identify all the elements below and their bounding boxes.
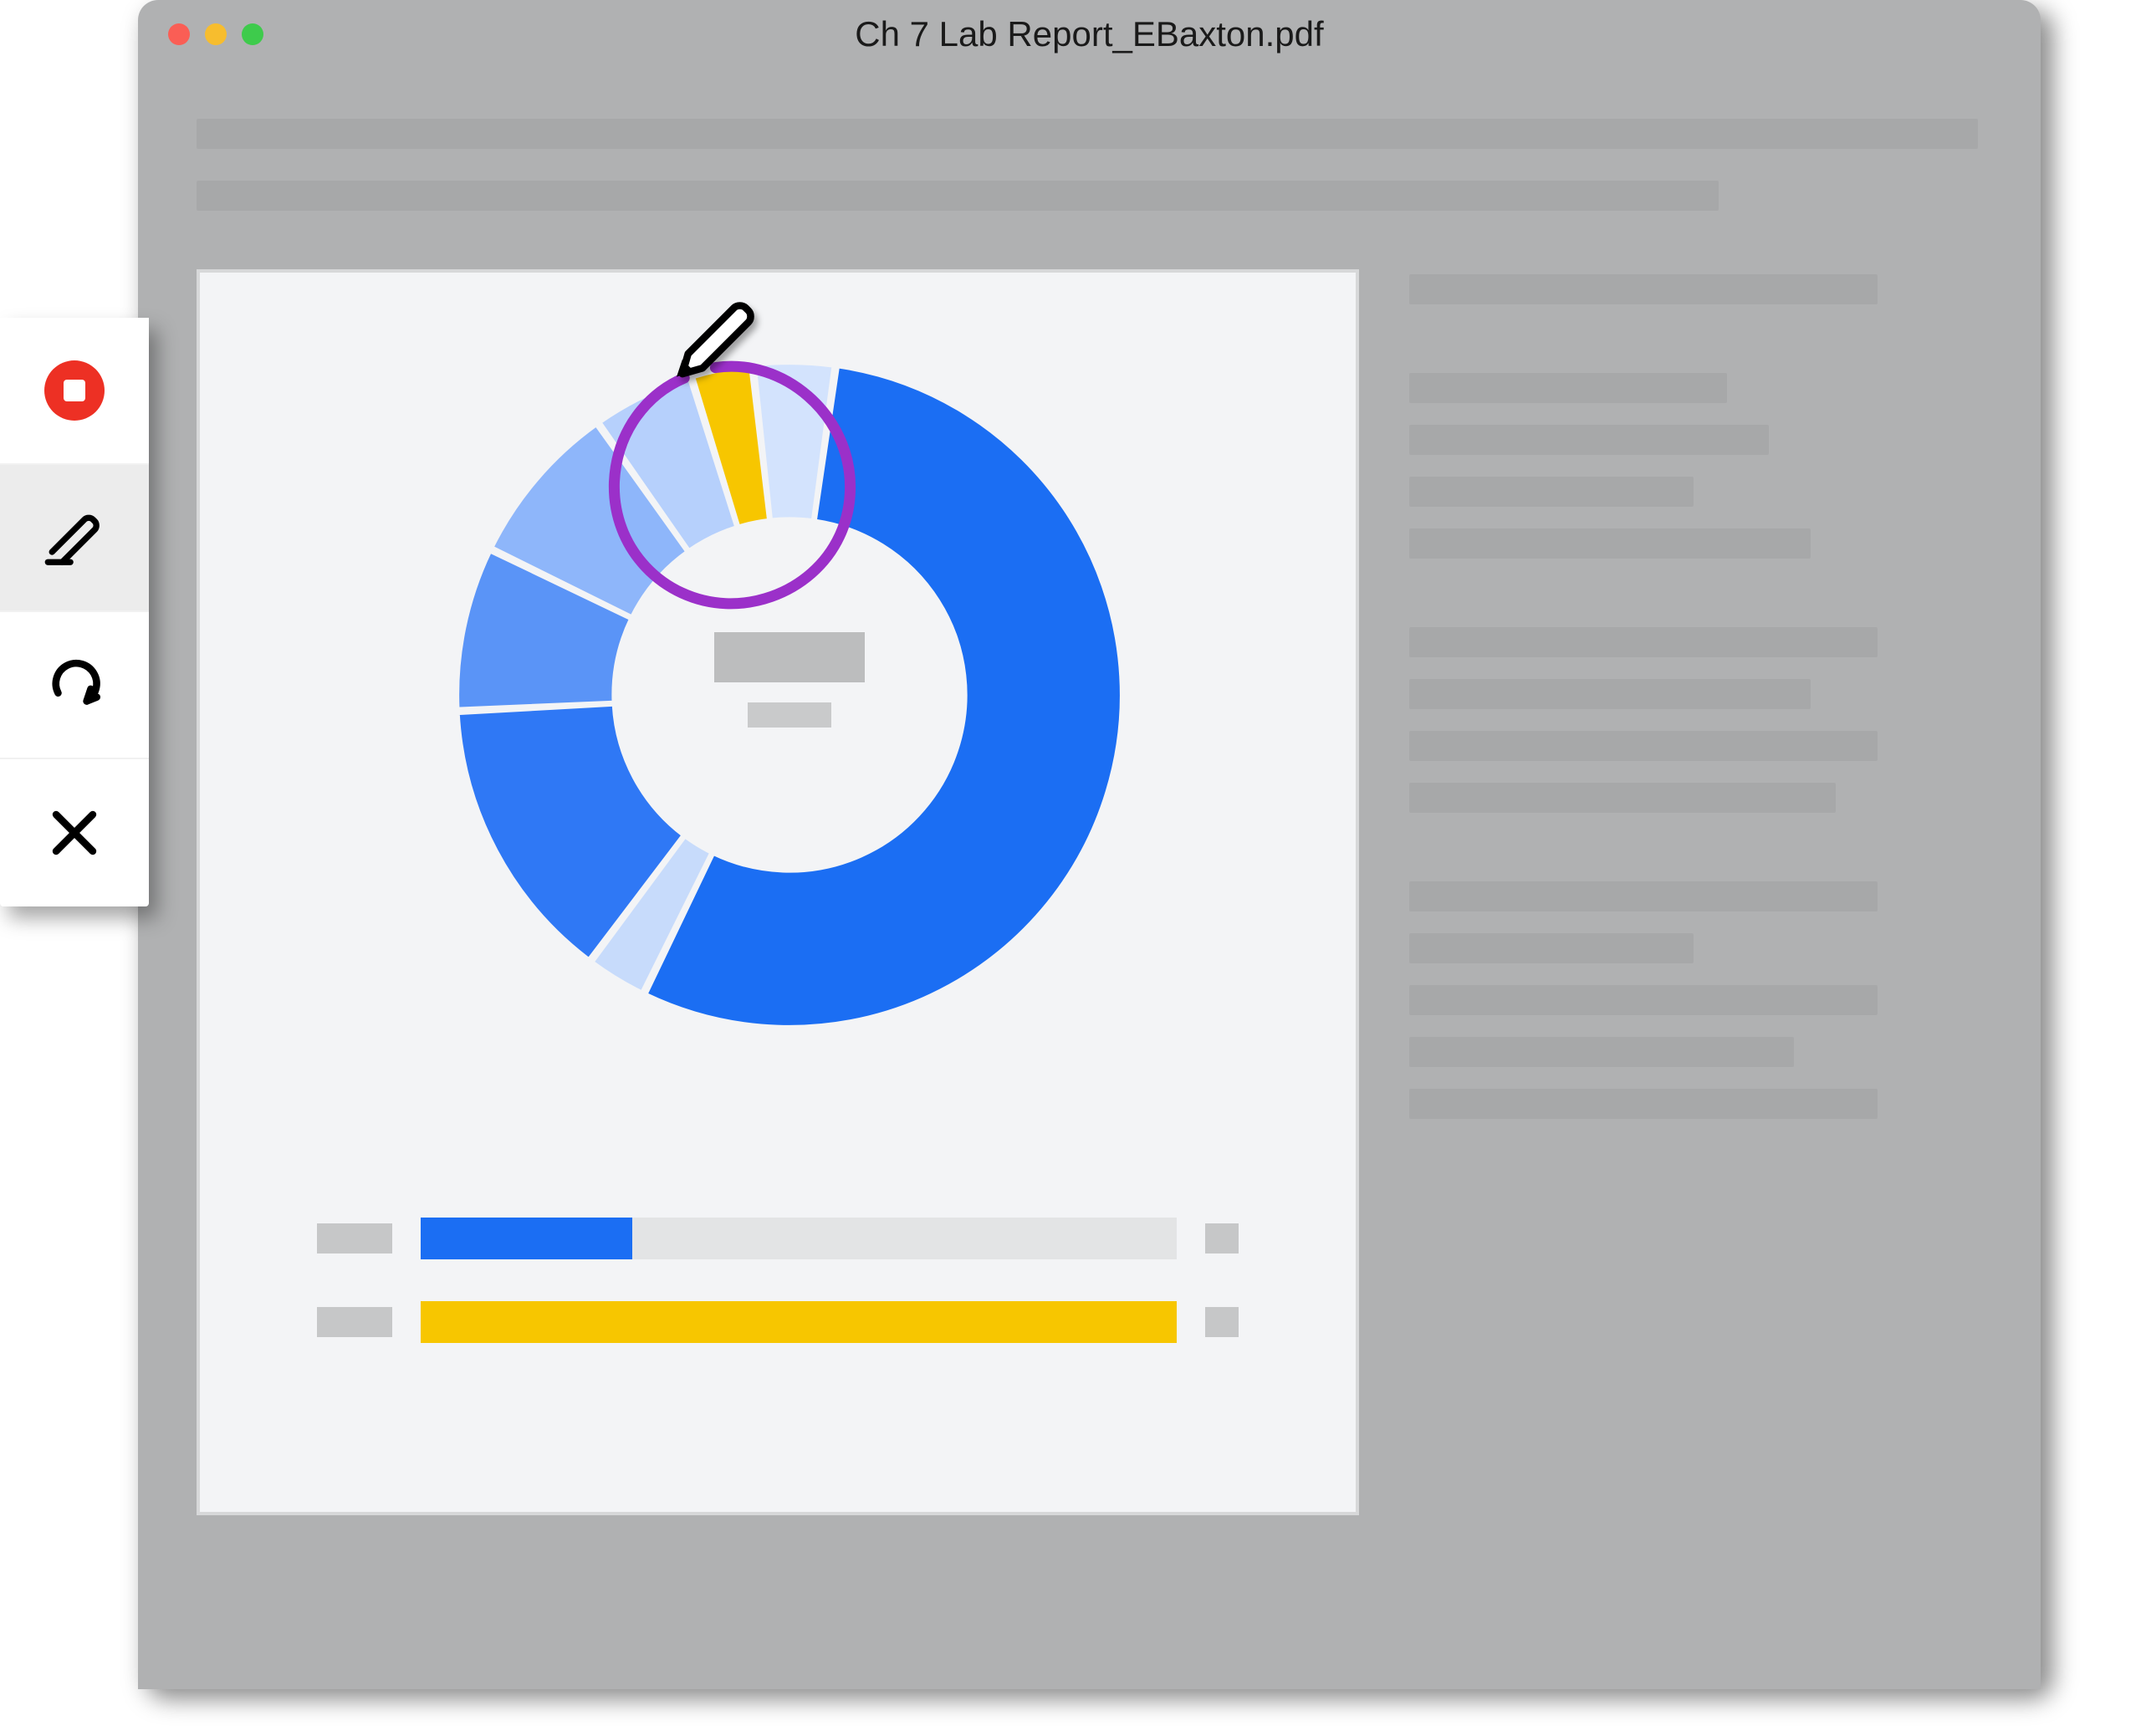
sidebar-placeholder-line bbox=[1409, 783, 1836, 813]
sidebar-placeholder-line bbox=[1409, 627, 1878, 657]
pencil-icon bbox=[42, 505, 107, 570]
progress-label bbox=[317, 1307, 392, 1337]
sidebar-placeholder-line bbox=[1409, 731, 1878, 761]
sidebar-placeholder-line bbox=[1409, 1037, 1794, 1067]
cancel-button[interactable] bbox=[0, 759, 149, 906]
record-stop-icon bbox=[44, 360, 105, 421]
window-maximize-button[interactable] bbox=[242, 23, 263, 45]
progress-row-1 bbox=[317, 1218, 1239, 1259]
sidebar-placeholder-line bbox=[1409, 1089, 1878, 1119]
progress-label bbox=[317, 1223, 392, 1253]
donut-center-labels bbox=[664, 632, 915, 728]
freehand-annotation[interactable] bbox=[601, 352, 861, 611]
record-stop-button[interactable] bbox=[0, 318, 149, 465]
sidebar-placeholder-line bbox=[1409, 425, 1769, 455]
redo-arrow-icon bbox=[42, 652, 107, 717]
traffic-lights bbox=[168, 23, 263, 45]
sidebar-placeholder-line bbox=[1409, 373, 1727, 403]
chart-card bbox=[197, 269, 1359, 1515]
progress-end-label bbox=[1205, 1307, 1239, 1337]
placeholder-heading-1 bbox=[197, 119, 1978, 149]
placeholder-heading-2 bbox=[197, 181, 1719, 211]
window-minimize-button[interactable] bbox=[205, 23, 227, 45]
sidebar-placeholder-line bbox=[1409, 528, 1811, 559]
redo-button[interactable] bbox=[0, 612, 149, 759]
progress-fill-yellow bbox=[421, 1301, 1177, 1343]
sidebar-placeholder-line bbox=[1409, 881, 1878, 911]
window-close-button[interactable] bbox=[168, 23, 190, 45]
progress-end-label bbox=[1205, 1223, 1239, 1253]
close-x-icon bbox=[42, 800, 107, 865]
window-title: Ch 7 Lab Report_EBaxton.pdf bbox=[855, 14, 1323, 54]
document-header bbox=[138, 69, 2041, 211]
annotation-toolbar bbox=[0, 318, 149, 906]
pencil-cursor-icon bbox=[677, 288, 769, 380]
progress-track bbox=[421, 1301, 1177, 1343]
donut-center-primary bbox=[714, 632, 865, 682]
progress-bars bbox=[317, 1218, 1239, 1385]
sidebar-placeholder-line bbox=[1409, 477, 1694, 507]
app-window: Ch 7 Lab Report_EBaxton.pdf bbox=[138, 0, 2041, 1689]
progress-row-2 bbox=[317, 1301, 1239, 1343]
sidebar-placeholder-line bbox=[1409, 679, 1811, 709]
sidebar-placeholder-line bbox=[1409, 933, 1694, 963]
window-titlebar: Ch 7 Lab Report_EBaxton.pdf bbox=[138, 0, 2041, 69]
sidebar-placeholder-line bbox=[1409, 274, 1878, 304]
sidebar-text-column bbox=[1409, 269, 1982, 1141]
draw-button[interactable] bbox=[0, 465, 149, 612]
sidebar-placeholder-line bbox=[1409, 985, 1878, 1015]
progress-track bbox=[421, 1218, 1177, 1259]
progress-fill-blue bbox=[421, 1218, 632, 1259]
donut-center-secondary bbox=[748, 702, 831, 728]
